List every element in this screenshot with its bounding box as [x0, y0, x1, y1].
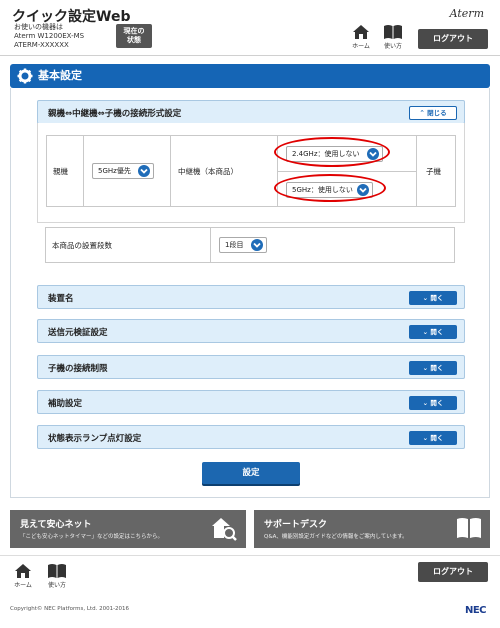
support-desk-banner[interactable]: サポートデスク Q&A、機能別設定ガイドなどの情報をご案内しています。	[254, 510, 490, 548]
section-banner: 基本設定	[10, 64, 490, 88]
brand-logo: Aterm	[449, 7, 484, 20]
open-label: 開く	[430, 294, 444, 302]
section-title: 基本設定	[38, 69, 82, 82]
usage-label: 使い方	[47, 582, 66, 589]
parent-band-select[interactable]: 5GHz優先	[92, 163, 154, 179]
device-info: お使いの機器は Aterm W1200EX-MS ATERM-XXXXXX	[14, 23, 84, 50]
footer-usage-button[interactable]: 使い方	[44, 563, 70, 593]
safety-net-desc: 「こども安心ネットタイマー」などの設定はこちらから。	[20, 534, 164, 540]
home-icon	[353, 25, 369, 39]
gear-icon	[17, 68, 33, 84]
parent-band-value: 5GHz優先	[98, 167, 131, 175]
parent-select-cell: 5GHz優先	[83, 135, 171, 207]
house-search-icon	[212, 518, 237, 541]
child-label: 子機	[426, 167, 441, 176]
open-label: 開く	[430, 399, 444, 407]
child-label-cell: 子機	[416, 135, 456, 207]
safety-net-title: 見えて安心ネット	[20, 520, 92, 530]
home-button[interactable]: ホーム	[348, 24, 374, 54]
repeater-24ghz-value: 2.4GHz：使用しない	[292, 150, 360, 158]
home-label: ホーム	[352, 43, 370, 50]
usage-button[interactable]: 使い方	[380, 24, 406, 54]
accordion-client-restriction[interactable]: 子機の接続制限 ⌄ 開く	[37, 355, 465, 379]
footer-logout-button[interactable]: ログアウト	[418, 562, 488, 582]
repeater-5ghz-cell: 5GHz：使用しない	[277, 171, 417, 207]
home-icon	[15, 564, 31, 578]
close-button[interactable]: ⌃ 閉じる	[409, 106, 457, 120]
repeater-5ghz-value: 5GHz：使用しない	[292, 186, 353, 194]
safety-net-banner[interactable]: 見えて安心ネット 「こども安心ネットタイマー」などの設定はこちらから。	[10, 510, 246, 548]
support-desk-desc: Q&A、機能別設定ガイドなどの情報をご案内しています。	[264, 534, 408, 540]
accordion-title: 子機の接続制限	[48, 364, 108, 374]
chevron-down-icon: ⌄	[422, 434, 429, 442]
open-label: 開く	[430, 328, 444, 336]
submit-button[interactable]: 設定	[202, 462, 300, 484]
open-label: 開く	[430, 434, 444, 442]
accordion-auxiliary[interactable]: 補助設定 ⌄ 開く	[37, 390, 465, 414]
stage-label: 本商品の設置段数	[52, 241, 112, 250]
parent-label-cell: 親機	[46, 135, 84, 207]
device-model: Aterm W1200EX-MS	[14, 32, 85, 40]
parent-label: 親機	[53, 167, 68, 176]
accordion-title: 装置名	[48, 294, 74, 304]
stage-row: 本商品の設置段数 1段目	[45, 227, 455, 263]
home-label: ホーム	[14, 582, 32, 589]
accordion-connection[interactable]: 親機⇔中継機⇔子機の接続形式設定 ⌃ 閉じる	[37, 100, 465, 124]
repeater-label-cell: 中継機（本商品）	[170, 135, 278, 207]
accordion-status-lamp[interactable]: 状態表示ランプ点灯設定 ⌄ 開く	[37, 425, 465, 449]
accordion-device-name[interactable]: 装置名 ⌄ 開く	[37, 285, 465, 309]
close-label: 閉じる	[427, 109, 447, 117]
chevron-down-icon: ⌄	[422, 328, 429, 336]
status-label-line2: 状態	[127, 36, 141, 44]
status-label-line1: 現在の	[123, 27, 145, 35]
repeater-24ghz-select[interactable]: 2.4GHz：使用しない	[286, 146, 383, 162]
book-icon	[48, 564, 66, 578]
usage-label: 使い方	[383, 43, 402, 50]
book-icon	[384, 25, 402, 39]
chevron-down-icon	[138, 165, 150, 177]
repeater-label: 中継機（本商品）	[178, 167, 238, 176]
connection-panel: 親機 5GHz優先 中継機（本商品） 2.4GHz：使用しない 5GHz：使用し…	[37, 123, 465, 223]
device-id: ATERM-XXXXXX	[14, 41, 69, 49]
current-status-button[interactable]: 現在の 状態	[116, 24, 152, 48]
open-button[interactable]: ⌄ 開く	[409, 291, 457, 305]
chevron-up-icon: ⌃	[419, 109, 425, 117]
copyright: Copyright© NEC Platforms, Ltd. 2001-2016	[10, 606, 130, 612]
accordion-title: 状態表示ランプ点灯設定	[48, 434, 142, 444]
open-label: 開く	[430, 364, 444, 372]
device-info-line: お使いの機器は	[14, 23, 63, 31]
repeater-24ghz-cell: 2.4GHz：使用しない	[277, 135, 417, 172]
open-button[interactable]: ⌄ 開く	[409, 361, 457, 375]
chevron-down-icon	[357, 184, 369, 196]
accordion-source-verification[interactable]: 送信元検証設定 ⌄ 開く	[37, 319, 465, 343]
repeater-5ghz-select[interactable]: 5GHz：使用しない	[286, 182, 373, 198]
chevron-down-icon: ⌄	[422, 294, 429, 302]
chevron-down-icon: ⌄	[422, 364, 429, 372]
accordion-title: 親機⇔中継機⇔子機の接続形式設定	[48, 109, 182, 119]
chevron-down-icon	[251, 239, 263, 251]
logout-button[interactable]: ログアウト	[418, 29, 488, 49]
nec-logo: NEC	[464, 605, 487, 616]
accordion-title: 補助設定	[48, 399, 83, 409]
stage-value: 1段目	[225, 241, 244, 249]
book-icon	[457, 518, 481, 538]
chevron-down-icon: ⌄	[422, 399, 429, 407]
chevron-down-icon	[367, 148, 379, 160]
footer-home-button[interactable]: ホーム	[10, 563, 36, 593]
accordion-title: 送信元検証設定	[48, 328, 108, 338]
open-button[interactable]: ⌄ 開く	[409, 396, 457, 410]
stage-divider	[210, 227, 211, 263]
stage-select[interactable]: 1段目	[219, 237, 267, 253]
open-button[interactable]: ⌄ 開く	[409, 325, 457, 339]
open-button[interactable]: ⌄ 開く	[409, 431, 457, 445]
header: クイック設定Web お使いの機器は Aterm W1200EX-MS ATERM…	[0, 0, 500, 56]
support-desk-title: サポートデスク	[264, 520, 328, 530]
